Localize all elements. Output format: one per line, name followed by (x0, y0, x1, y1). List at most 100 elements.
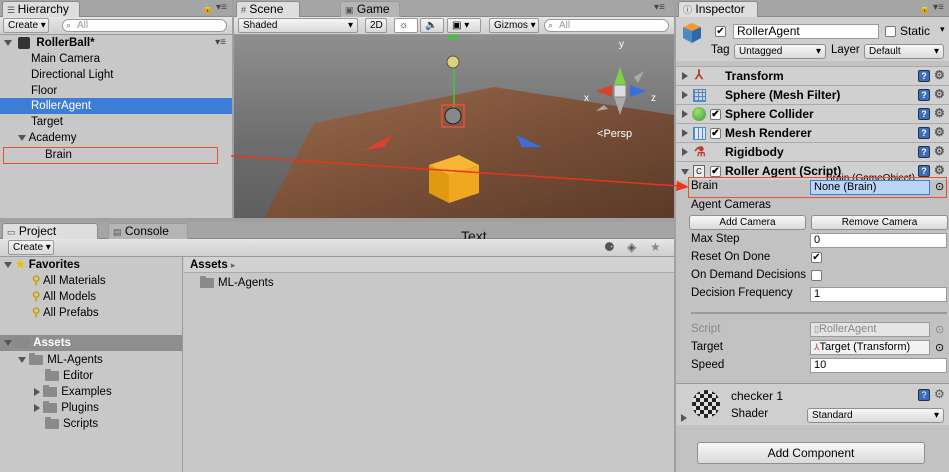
lighting-toggle[interactable]: ☼ (394, 18, 418, 33)
tab-project[interactable]: ▭ Project (2, 223, 98, 239)
on-demand-decisions-checkbox[interactable] (811, 270, 822, 281)
expand-arrow-icon[interactable] (681, 169, 689, 175)
tag-dropdown[interactable]: Untagged ▾ (734, 44, 826, 59)
remove-camera-button[interactable]: Remove Camera (811, 215, 948, 230)
collapse-arrow-icon[interactable] (34, 387, 40, 396)
expand-arrow-icon[interactable] (681, 414, 687, 422)
favorite-item[interactable]: ⚲ All Materials (0, 273, 182, 289)
tree-item[interactable]: Examples (0, 384, 182, 400)
tab-scene[interactable]: # Scene (236, 1, 300, 17)
tab-game[interactable]: ▣ Game (340, 1, 400, 17)
help-icon[interactable]: ? (918, 70, 930, 82)
expand-arrow-icon[interactable] (4, 261, 12, 268)
expand-arrow-icon[interactable] (682, 110, 688, 118)
assets-root[interactable]: Assets (0, 335, 182, 351)
lock-icon[interactable]: 🔒 (202, 3, 213, 14)
tree-item[interactable]: Editor (0, 368, 182, 384)
hierarchy-item[interactable]: Academy (0, 130, 232, 146)
expand-arrow-icon[interactable] (18, 134, 26, 141)
scene-menu-icon[interactable]: ▾≡ (215, 35, 226, 51)
help-icon[interactable]: ? (918, 389, 930, 401)
component-sphere-collider[interactable]: ✔ Sphere Collider ? ⚙ (676, 104, 949, 123)
gear-icon[interactable]: ⚙ (934, 69, 946, 81)
gear-icon[interactable]: ⚙ (934, 145, 946, 157)
scene-root[interactable]: RollerBall* ▾≡ (0, 35, 232, 51)
menu-icon[interactable]: ▾≡ (933, 2, 944, 13)
expand-arrow-icon[interactable] (4, 39, 12, 46)
2d-toggle[interactable]: 2D (365, 18, 387, 33)
lock-icon[interactable]: 🔒 (919, 3, 930, 14)
audio-toggle[interactable]: 🔈 (420, 18, 444, 33)
tab-console[interactable]: ▤ Console (108, 223, 188, 239)
persp-label[interactable]: <Persp (597, 128, 632, 140)
active-checkbox[interactable]: ✔ (715, 26, 726, 37)
target-field[interactable]: ⅄Target (Transform) (810, 340, 930, 355)
scene-viewport[interactable]: y x z <Persp (234, 35, 674, 218)
gear-icon[interactable]: ⚙ (934, 88, 946, 100)
expand-arrow-icon[interactable] (682, 72, 688, 80)
component-rigidbody[interactable]: ⚗ Rigidbody ? ⚙ (676, 142, 949, 161)
layer-dropdown[interactable]: Default ▾ (864, 44, 944, 59)
component-mesh-renderer[interactable]: ✔ Mesh Renderer ? ⚙ (676, 123, 949, 142)
expand-arrow-icon[interactable] (18, 356, 26, 363)
menu-icon[interactable]: ▾≡ (216, 2, 227, 13)
gizmos-dropdown[interactable]: Gizmos ▾ (489, 18, 539, 33)
gear-icon[interactable]: ⚙ (934, 388, 946, 400)
menu-icon[interactable]: ▾≡ (654, 2, 665, 13)
shader-dropdown[interactable]: Standard ▾ (807, 408, 944, 423)
component-enabled-checkbox[interactable]: ✔ (710, 128, 721, 139)
shading-dropdown[interactable]: Shaded ▾ (238, 18, 358, 33)
help-icon[interactable]: ? (918, 89, 930, 101)
expand-arrow-icon[interactable] (682, 91, 688, 99)
create-button[interactable]: Create ▾ (8, 240, 54, 255)
expand-arrow-icon[interactable] (682, 129, 688, 137)
gear-icon[interactable]: ⚙ (934, 107, 946, 119)
gear-icon[interactable]: ⚙ (934, 164, 946, 176)
expand-arrow-icon[interactable] (682, 148, 688, 156)
favorite-star-icon[interactable]: ★ (650, 240, 661, 254)
favorite-item[interactable]: ⚲ All Models (0, 289, 182, 305)
hierarchy-item[interactable]: Target (0, 114, 232, 130)
component-enabled-checkbox[interactable]: ✔ (710, 109, 721, 120)
static-checkbox[interactable] (885, 26, 896, 37)
effects-dropdown[interactable]: ▣ ▾ (447, 18, 481, 33)
help-icon[interactable]: ? (918, 108, 930, 120)
max-step-input[interactable]: 0 (810, 233, 947, 248)
decision-frequency-input[interactable]: 1 (810, 287, 947, 302)
reset-on-done-checkbox[interactable]: ✔ (811, 252, 822, 263)
hierarchy-item-selected[interactable]: RollerAgent (0, 98, 232, 114)
asset-item[interactable]: ML-Agents (184, 275, 674, 291)
tree-item[interactable]: Plugins (0, 400, 182, 416)
filter-type-icon[interactable]: ⚈ (604, 240, 615, 254)
filter-label-icon[interactable]: ◈ (627, 240, 636, 254)
breadcrumb-assets[interactable]: Assets (190, 259, 228, 271)
favorite-item[interactable]: ⚲ All Prefabs (0, 305, 182, 321)
material-section: checker 1 Shader Standard ▾ ? ⚙ (676, 383, 949, 425)
favorites-header[interactable]: ★ Favorites (0, 257, 182, 273)
help-icon[interactable]: ? (918, 146, 930, 158)
hierarchy-item[interactable]: Directional Light (0, 67, 232, 83)
component-mesh-filter[interactable]: Sphere (Mesh Filter) ? ⚙ (676, 85, 949, 104)
hierarchy-search-input[interactable]: ⌕ All (62, 19, 227, 32)
add-camera-button[interactable]: Add Camera (689, 215, 806, 230)
help-icon[interactable]: ? (918, 127, 930, 139)
object-picker-icon[interactable]: ⊙ (935, 341, 944, 354)
collapse-arrow-icon[interactable] (34, 403, 40, 412)
add-component-button[interactable]: Add Component (697, 442, 925, 464)
tree-item[interactable]: Scripts (0, 416, 182, 432)
hierarchy-item[interactable]: Main Camera (0, 51, 232, 67)
help-icon[interactable]: ? (918, 165, 930, 177)
speed-input[interactable]: 10 (810, 358, 947, 373)
tree-item[interactable]: ML-Agents (0, 352, 182, 368)
expand-arrow-icon[interactable] (4, 339, 12, 346)
chevron-down-icon[interactable]: ▾ (940, 24, 945, 35)
component-enabled-checkbox[interactable]: ✔ (710, 166, 721, 177)
tab-inspector[interactable]: ⓘ Inspector (678, 1, 758, 17)
scene-search-input[interactable]: ⌕ All (544, 19, 669, 32)
tab-hierarchy[interactable]: ☰ Hierarchy (2, 1, 80, 17)
gear-icon[interactable]: ⚙ (934, 126, 946, 138)
component-transform[interactable]: ⅄ Transform ? ⚙ (676, 66, 949, 85)
hierarchy-item[interactable]: Floor (0, 83, 232, 99)
create-button[interactable]: Create ▾ (3, 18, 49, 33)
object-name-input[interactable]: RollerAgent (733, 24, 879, 39)
